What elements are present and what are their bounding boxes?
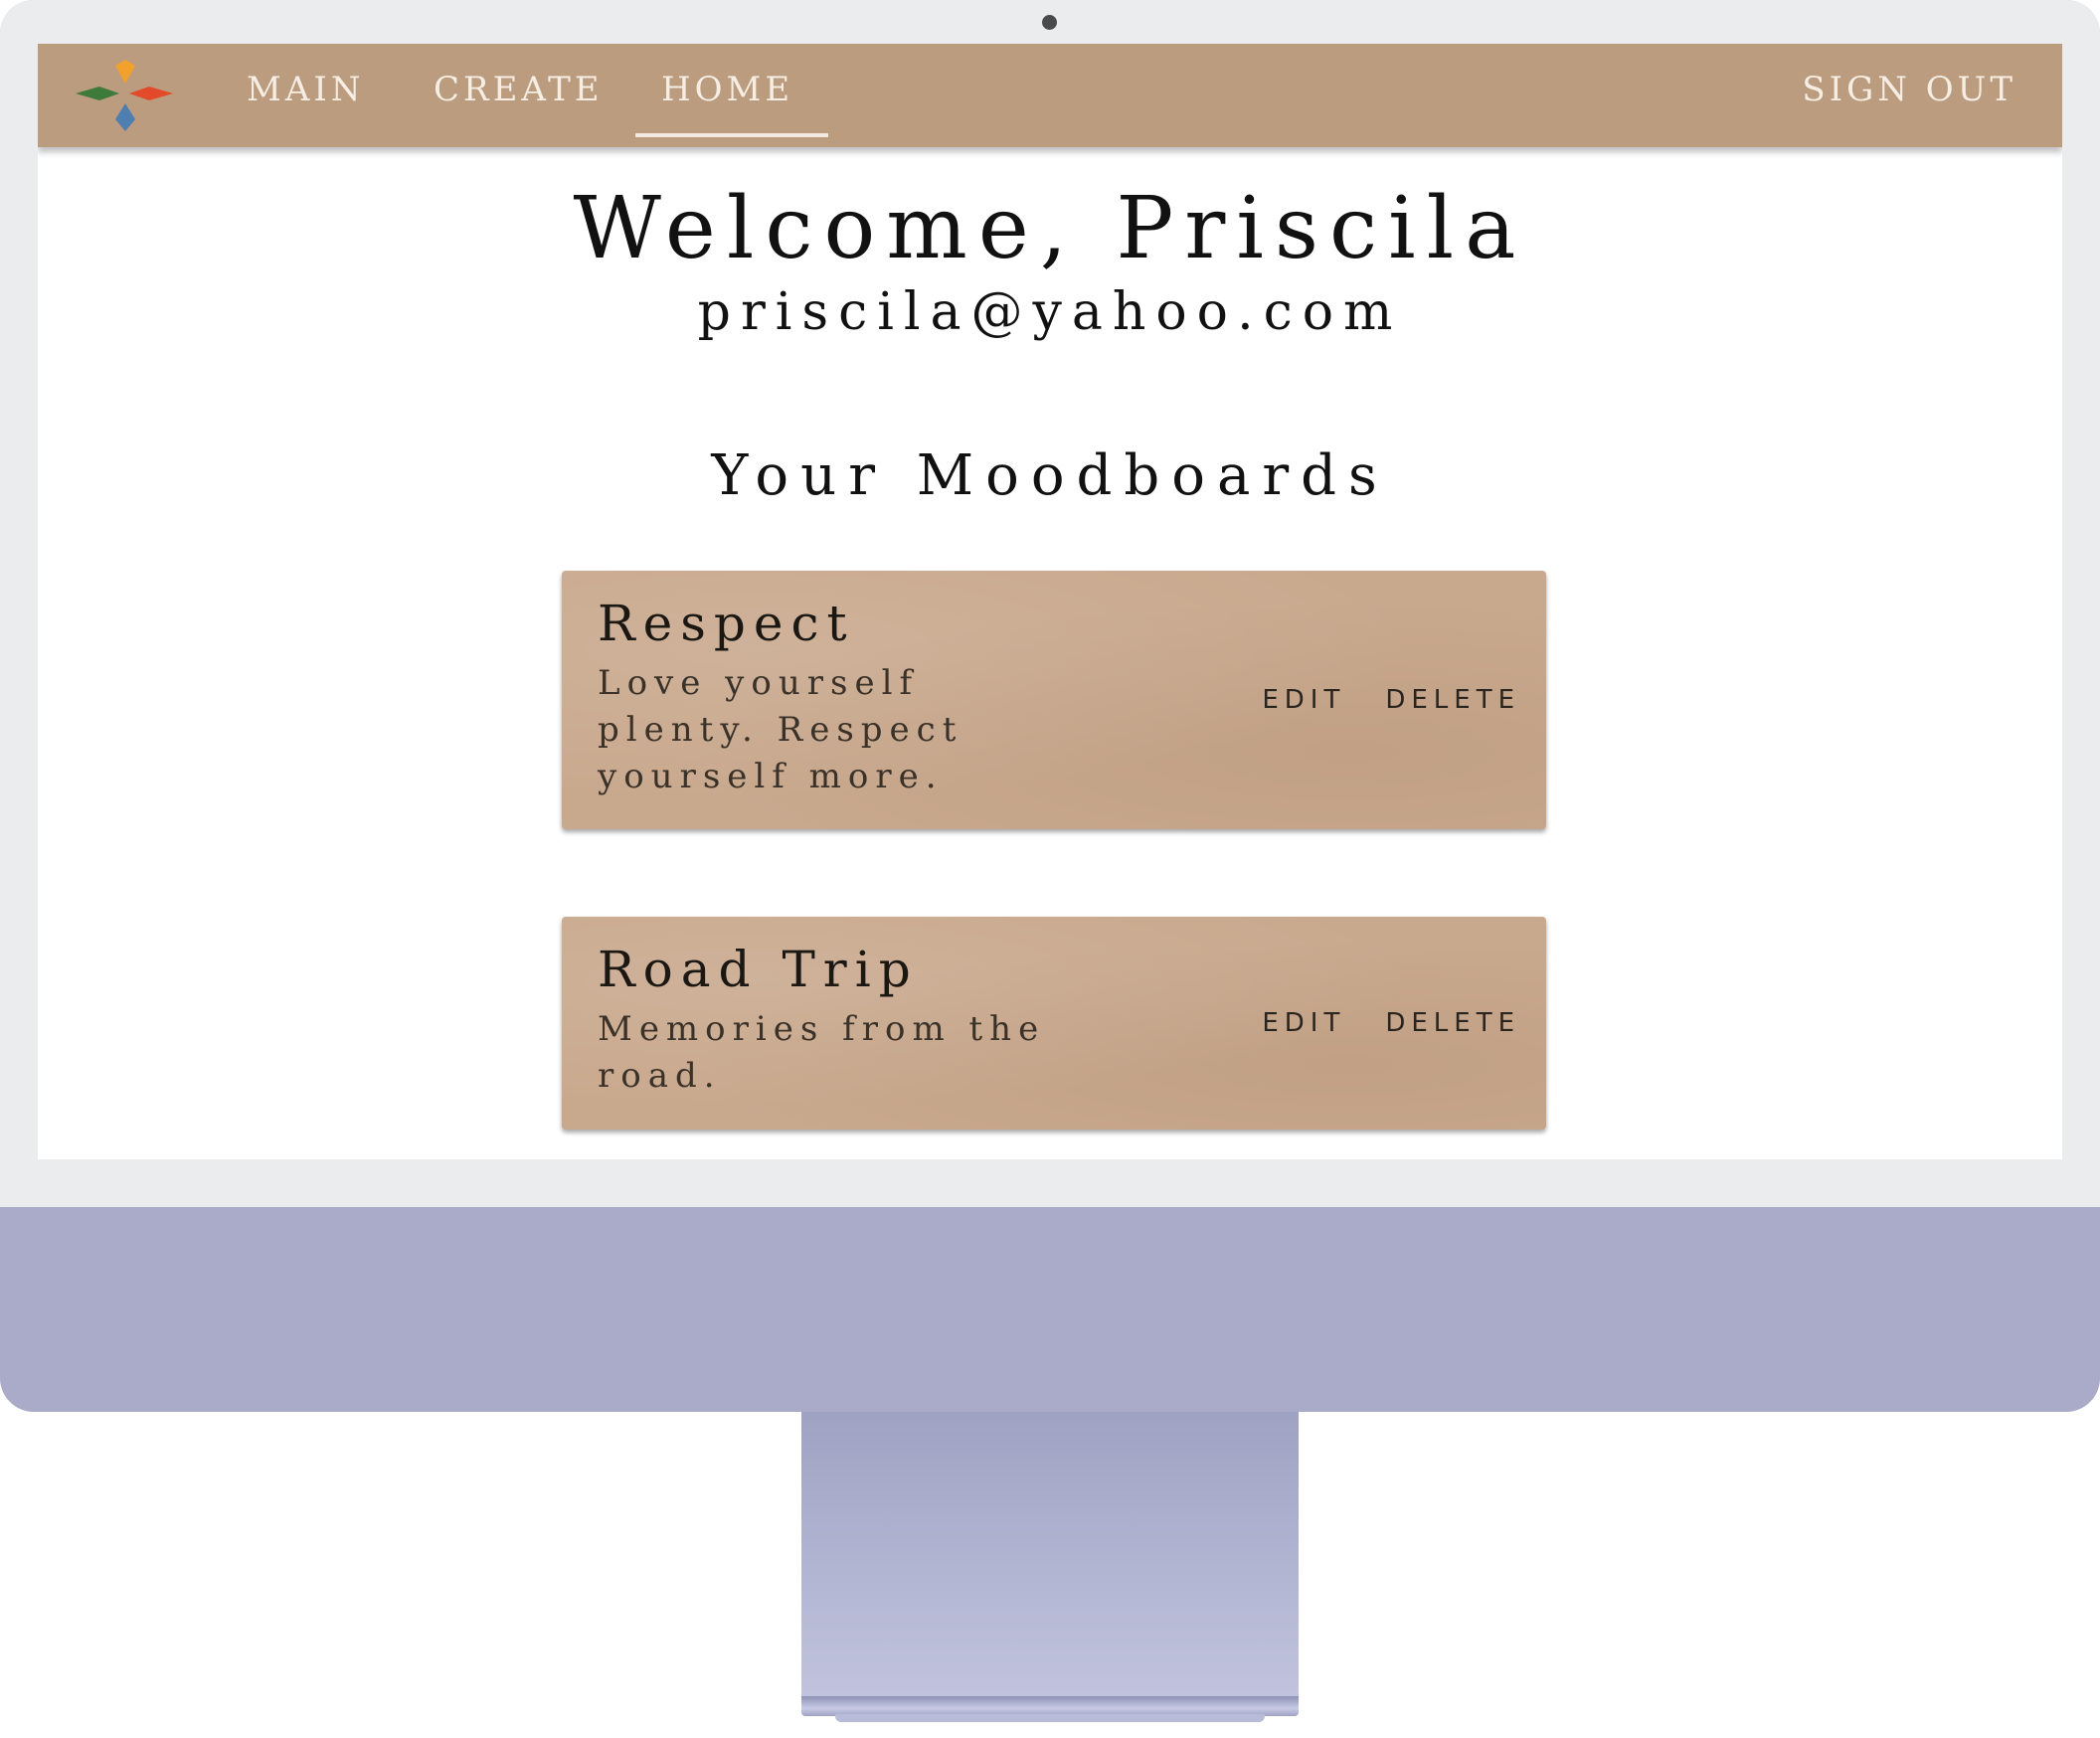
compass-logo-icon[interactable] <box>68 54 183 137</box>
monitor-stand-base <box>835 1714 1265 1722</box>
navbar: MAIN CREATE HOME SIGN OUT <box>38 44 2062 147</box>
app-screen: MAIN CREATE HOME SIGN OUT Welcome, Prisc… <box>38 44 2062 1159</box>
monitor-frame: MAIN CREATE HOME SIGN OUT Welcome, Prisc… <box>0 0 2100 1412</box>
monitor-bezel: MAIN CREATE HOME SIGN OUT Welcome, Prisc… <box>0 0 2100 1207</box>
moodboards-heading: Your Moodboards <box>711 443 1389 508</box>
active-tab-underline <box>635 133 828 137</box>
moodboard-actions: EDIT DELETE <box>1262 571 1520 829</box>
delete-button[interactable]: DELETE <box>1385 685 1520 715</box>
user-email: priscila@yahoo.com <box>697 282 1403 342</box>
moodboard-description: Love yourself plenty. Respect yourself m… <box>598 663 963 796</box>
moodboard-title: Respect <box>598 595 855 652</box>
moodboard-title: Road Trip <box>598 941 919 998</box>
moodboard-card: Road Trip Memories from the road. EDIT D… <box>562 917 1546 1130</box>
delete-button[interactable]: DELETE <box>1385 1008 1520 1038</box>
camera-icon <box>1042 15 1057 30</box>
monitor-stand-neck <box>801 1412 1299 1702</box>
welcome-title: Welcome, Priscila <box>573 179 1527 278</box>
moodboard-actions: EDIT DELETE <box>1262 917 1520 1130</box>
sign-out-link[interactable]: SIGN OUT <box>1802 70 2016 109</box>
nav-main-link[interactable]: MAIN <box>247 70 365 109</box>
edit-button[interactable]: EDIT <box>1262 1008 1345 1038</box>
moodboard-card: Respect Love yourself plenty. Respect yo… <box>562 571 1546 829</box>
nav-create-link[interactable]: CREATE <box>434 70 604 109</box>
moodboard-description: Memories from the road. <box>598 1009 1046 1096</box>
nav-home-link[interactable]: HOME <box>661 70 793 109</box>
monitor-stand-foot <box>801 1696 1299 1716</box>
edit-button[interactable]: EDIT <box>1262 685 1345 715</box>
